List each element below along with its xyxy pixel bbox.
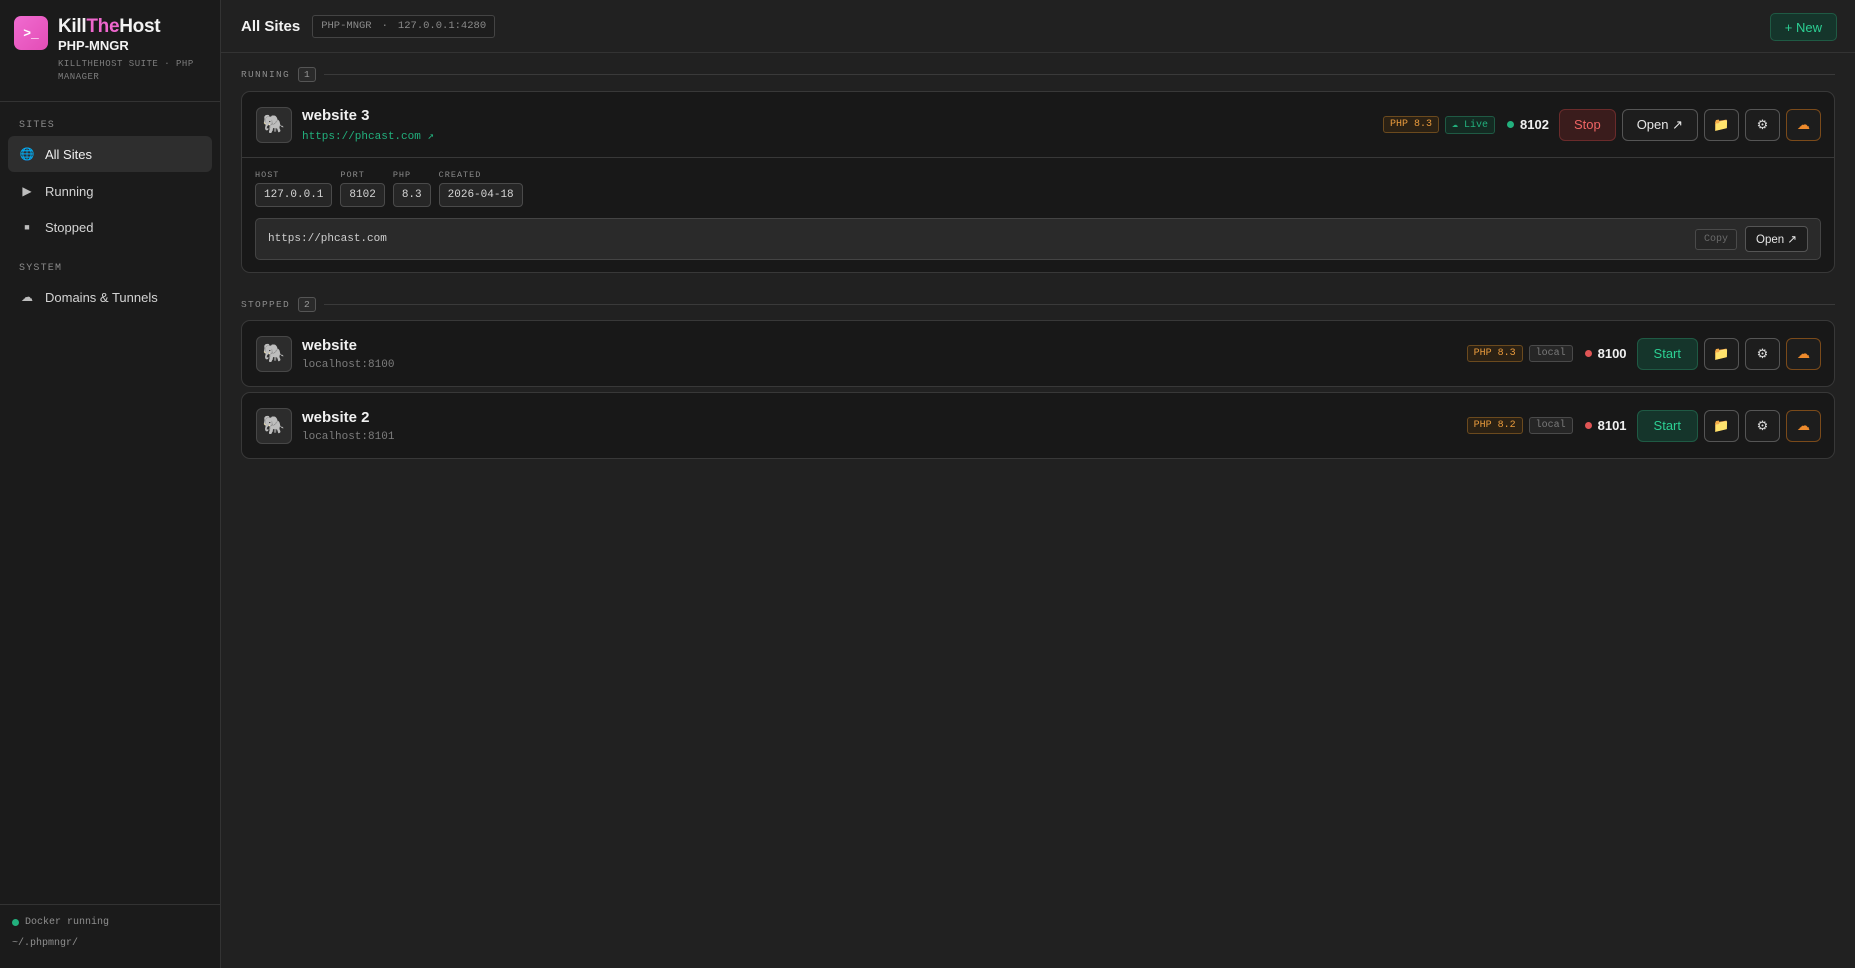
local-badge: local (1528, 417, 1573, 434)
meta-php: PHP 8.3 (392, 170, 431, 207)
page-title: All Sites (241, 17, 301, 35)
sidebar-item-running[interactable]: ▶ Running (8, 173, 212, 209)
open-button[interactable]: Open ↗ (1621, 108, 1698, 141)
copy-button[interactable]: Copy (1695, 228, 1738, 250)
meta-created: CREATED 2026-04-18 (438, 170, 523, 207)
endpoint-chip: PHP-MNGR · 127.0.0.1:4280 (312, 14, 496, 38)
php-version-badge: PHP 8.2 (1466, 417, 1523, 434)
folder-icon[interactable]: 📁 (1704, 337, 1739, 370)
meta-port: PORT 8102 (340, 170, 385, 207)
status-dot-icon (12, 919, 19, 926)
nav-section-sites: SITES (19, 120, 56, 131)
site-url-link[interactable]: https://phcast.com ↗ (302, 129, 434, 143)
stop-icon: ■ (24, 222, 30, 232)
count-badge: 1 (298, 66, 316, 82)
gear-icon[interactable]: ⚙ (1745, 409, 1780, 442)
site-name: website (302, 336, 358, 354)
stopped-dot-icon (1584, 422, 1592, 429)
sidebar-item-domains-tunnels[interactable]: ☁ Domains & Tunnels (8, 279, 212, 315)
port-display: 8100 (1584, 346, 1627, 361)
play-icon: ▶ (22, 184, 32, 198)
topbar: All Sites PHP-MNGR · 127.0.0.1:4280 + New (221, 0, 1855, 53)
nav-section-system: SYSTEM (19, 263, 63, 274)
meta-host: HOST 127.0.0.1 (255, 170, 333, 207)
site-card: 🐘 website 3 https://phcast.com ↗ PHP 8.3… (241, 91, 1835, 273)
sidebar-item-stopped[interactable]: ■ Stopped (8, 209, 212, 245)
local-badge: local (1528, 345, 1573, 362)
open-url-button[interactable]: Open ↗ (1745, 226, 1808, 252)
sidebar-item-label: Running (45, 183, 94, 199)
php-version-badge: PHP 8.3 (1466, 345, 1523, 362)
stopped-dot-icon (1584, 350, 1592, 357)
gear-icon[interactable]: ⚙ (1745, 108, 1780, 141)
brand-product: PHP-MNGR (58, 38, 129, 53)
site-card: 🐘 website localhost:8100 PHP 8.3 local 8… (241, 320, 1835, 387)
globe-icon: 🌐 (19, 147, 35, 161)
tunnel-cloud-icon[interactable]: ☁ (1786, 108, 1821, 141)
site-row[interactable]: 🐘 website localhost:8100 PHP 8.3 local 8… (242, 321, 1834, 386)
tunnel-cloud-icon[interactable]: ☁ (1786, 409, 1821, 442)
config-path: ~/.phpmngr/ (12, 938, 79, 949)
start-button[interactable]: Start (1636, 409, 1698, 442)
sidebar-item-label: Stopped (45, 219, 94, 235)
count-badge: 2 (298, 296, 316, 312)
running-dot-icon (1507, 121, 1515, 128)
brand-description: KILLTHEHOST SUITE · PHP MANAGER (58, 59, 194, 82)
tunnel-cloud-icon[interactable]: ☁ (1786, 337, 1821, 370)
port-display: 8102 (1507, 117, 1549, 132)
site-row[interactable]: 🐘 website 2 localhost:8101 PHP 8.2 local… (242, 393, 1834, 458)
brand-name: KillTheHost (58, 16, 161, 37)
sidebar: >_ KillTheHost PHP-MNGR KILLTHEHOST SUIT… (0, 0, 221, 968)
sidebar-item-label: All Sites (45, 146, 92, 162)
gear-icon[interactable]: ⚙ (1745, 337, 1780, 370)
elephant-icon: 🐘 (256, 407, 292, 444)
site-url-link[interactable]: localhost:8101 (302, 431, 394, 443)
new-site-button[interactable]: + New (1769, 13, 1837, 41)
site-name: website 2 (302, 408, 370, 426)
brand-header: >_ KillTheHost PHP-MNGR KILLTHEHOST SUIT… (0, 0, 220, 102)
section-header-stopped: STOPPED 2 (241, 295, 1835, 313)
elephant-icon: 🐘 (256, 335, 292, 372)
docker-status: Docker running (12, 917, 208, 928)
php-version-badge: PHP 8.3 (1382, 116, 1439, 133)
stop-button[interactable]: Stop (1558, 108, 1616, 141)
url-bar: https://phcast.com Copy Open ↗ (255, 218, 1821, 260)
site-name: website 3 (302, 106, 370, 124)
site-row[interactable]: 🐘 website 3 https://phcast.com ↗ PHP 8.3… (242, 92, 1834, 157)
folder-icon[interactable]: 📁 (1704, 409, 1739, 442)
live-badge: ☁ Live (1444, 115, 1496, 134)
port-display: 8101 (1584, 418, 1627, 433)
main-area: All Sites PHP-MNGR · 127.0.0.1:4280 + New … (221, 0, 1855, 968)
url-text: https://phcast.com (268, 233, 387, 245)
start-button[interactable]: Start (1636, 337, 1698, 370)
elephant-icon: 🐘 (256, 106, 292, 143)
sidebar-item-all-sites[interactable]: 🌐 All Sites (8, 136, 212, 172)
cloud-icon: ☁ (21, 290, 33, 304)
folder-icon[interactable]: 📁 (1704, 108, 1739, 141)
site-url-link[interactable]: localhost:8100 (302, 359, 394, 371)
section-header-running: RUNNING 1 (241, 65, 1835, 83)
sidebar-footer: Docker running ~/.phpmngr/ (0, 904, 220, 968)
sidebar-item-label: Domains & Tunnels (45, 289, 158, 305)
site-details: HOST 127.0.0.1 PORT 8102 PHP 8.3 CREATED… (242, 157, 1834, 272)
site-card: 🐘 website 2 localhost:8101 PHP 8.2 local… (241, 392, 1835, 459)
terminal-icon: >_ (14, 16, 48, 50)
